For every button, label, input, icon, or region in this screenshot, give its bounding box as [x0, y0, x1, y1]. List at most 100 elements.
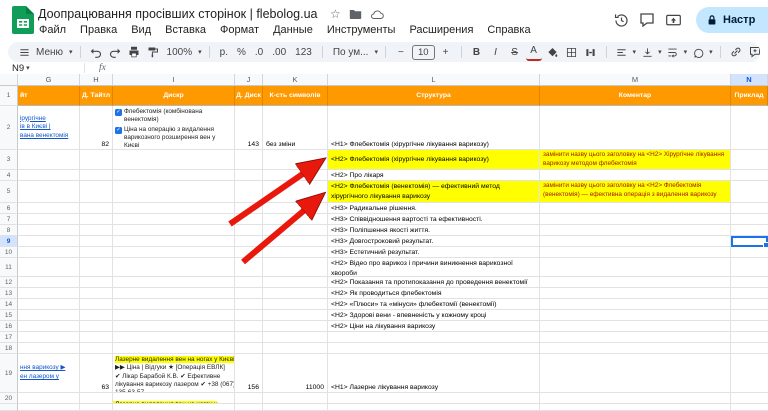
column-header-k[interactable]: K	[263, 74, 328, 86]
currency-format-button[interactable]: р.	[217, 47, 231, 58]
cell[interactable]	[113, 150, 235, 170]
cell[interactable]	[113, 236, 235, 247]
header-cell-tayt[interactable]: йт	[18, 86, 80, 106]
column-header-j[interactable]: J	[235, 74, 263, 86]
cell[interactable]	[80, 214, 113, 225]
header-cell-d-title[interactable]: Д. Тайтл	[80, 86, 113, 106]
cell[interactable]	[18, 236, 80, 247]
cell-comment-highlighted[interactable]: замінити назву цього заголовку на <H2> Ф…	[540, 181, 731, 203]
cell[interactable]	[235, 332, 263, 343]
cell[interactable]	[18, 150, 80, 170]
cell[interactable]	[80, 277, 113, 288]
cell[interactable]	[113, 277, 235, 288]
cell[interactable]	[263, 393, 328, 404]
row-number[interactable]	[0, 404, 18, 411]
cell[interactable]	[235, 150, 263, 170]
row-number[interactable]: 15	[0, 310, 18, 321]
cell[interactable]	[18, 343, 80, 354]
header-cell-descr[interactable]: Дискр	[113, 86, 235, 106]
increase-font-size-button[interactable]: +	[438, 44, 454, 60]
cell[interactable]	[540, 321, 731, 332]
cell-description[interactable]: Лазерне видалення вен на ногах у Києві	[113, 393, 235, 404]
cell[interactable]	[540, 404, 731, 411]
cell-structure[interactable]: <H3> Довгостроковий результат.	[328, 236, 540, 247]
cell[interactable]	[235, 203, 263, 214]
cell[interactable]	[540, 106, 731, 150]
cell[interactable]	[731, 299, 768, 310]
cell[interactable]	[731, 258, 768, 277]
cell[interactable]	[18, 277, 80, 288]
cell[interactable]	[235, 404, 263, 411]
menu-insert[interactable]: Вставка	[158, 23, 213, 37]
decrease-decimal-button[interactable]: .0	[252, 47, 266, 58]
cell[interactable]	[540, 299, 731, 310]
row-number[interactable]: 17	[0, 332, 18, 343]
cell[interactable]	[731, 170, 768, 181]
cell[interactable]	[113, 225, 235, 236]
cell[interactable]	[540, 170, 731, 181]
cell[interactable]	[731, 150, 768, 170]
cell-title-length[interactable]: 82	[80, 106, 113, 150]
cell[interactable]	[235, 225, 263, 236]
header-cell-comment[interactable]: Коментар	[540, 86, 731, 106]
horizontal-align-button[interactable]: ▾	[614, 44, 636, 60]
cell[interactable]	[113, 214, 235, 225]
cell[interactable]	[263, 203, 328, 214]
cell[interactable]	[731, 404, 768, 411]
menu-file[interactable]: Файл	[32, 23, 73, 37]
cell[interactable]	[235, 299, 263, 310]
cell[interactable]	[80, 258, 113, 277]
move-folder-icon[interactable]	[349, 9, 362, 20]
row-number[interactable]: 12	[0, 277, 18, 288]
menu-data[interactable]: Данные	[266, 23, 320, 37]
present-icon[interactable]	[660, 7, 686, 33]
cell[interactable]	[113, 247, 235, 258]
menu-format[interactable]: Формат	[213, 23, 266, 37]
cell-structure[interactable]: <H2> Показання та протипоказання до пров…	[328, 277, 540, 288]
column-header-n[interactable]: N	[731, 74, 768, 86]
cell[interactable]	[80, 321, 113, 332]
cell[interactable]	[731, 393, 768, 404]
cell-description[interactable]: Лазерне видалення вен на ногах у Києві ▶…	[113, 354, 235, 393]
cell[interactable]	[263, 258, 328, 277]
cell-structure[interactable]: <H2> Здорові вени - впевненість у кожном…	[328, 310, 540, 321]
cell[interactable]	[731, 332, 768, 343]
comments-icon[interactable]	[634, 7, 660, 33]
cell[interactable]	[18, 181, 80, 203]
cell[interactable]	[731, 288, 768, 299]
column-header-h[interactable]: H	[80, 74, 113, 86]
cell[interactable]	[18, 393, 80, 404]
header-cell-example[interactable]: Приклад	[731, 86, 768, 106]
italic-button[interactable]: I	[488, 44, 504, 60]
cell[interactable]	[18, 258, 80, 277]
cell-comment-highlighted[interactable]: замінити назву цього заголовку на <H2> Х…	[540, 150, 731, 170]
row-number-selected[interactable]: 9	[0, 236, 18, 247]
cell[interactable]	[540, 277, 731, 288]
cell[interactable]	[113, 288, 235, 299]
zoom-select[interactable]: 100% ▾	[164, 47, 202, 58]
row-number[interactable]: 1	[0, 86, 18, 106]
cell[interactable]	[18, 247, 80, 258]
cell[interactable]	[80, 332, 113, 343]
cell[interactable]	[263, 404, 328, 411]
cell[interactable]	[540, 236, 731, 247]
row-number[interactable]: 19	[0, 354, 18, 393]
cell[interactable]	[731, 203, 768, 214]
cell[interactable]	[328, 393, 540, 404]
text-color-button[interactable]: A	[525, 43, 542, 61]
increase-decimal-button[interactable]: .00	[269, 47, 289, 58]
cell[interactable]	[80, 203, 113, 214]
cell[interactable]	[263, 150, 328, 170]
cell[interactable]	[235, 247, 263, 258]
cell[interactable]	[18, 299, 80, 310]
cell[interactable]	[731, 236, 768, 247]
cell[interactable]	[731, 321, 768, 332]
sheets-logo-icon[interactable]	[12, 6, 34, 34]
cell[interactable]	[80, 393, 113, 404]
row-number[interactable]: 7	[0, 214, 18, 225]
cell[interactable]	[18, 225, 80, 236]
cell[interactable]	[263, 170, 328, 181]
cell[interactable]	[235, 214, 263, 225]
cell[interactable]	[263, 214, 328, 225]
menu-tools[interactable]: Инструменты	[320, 23, 403, 37]
